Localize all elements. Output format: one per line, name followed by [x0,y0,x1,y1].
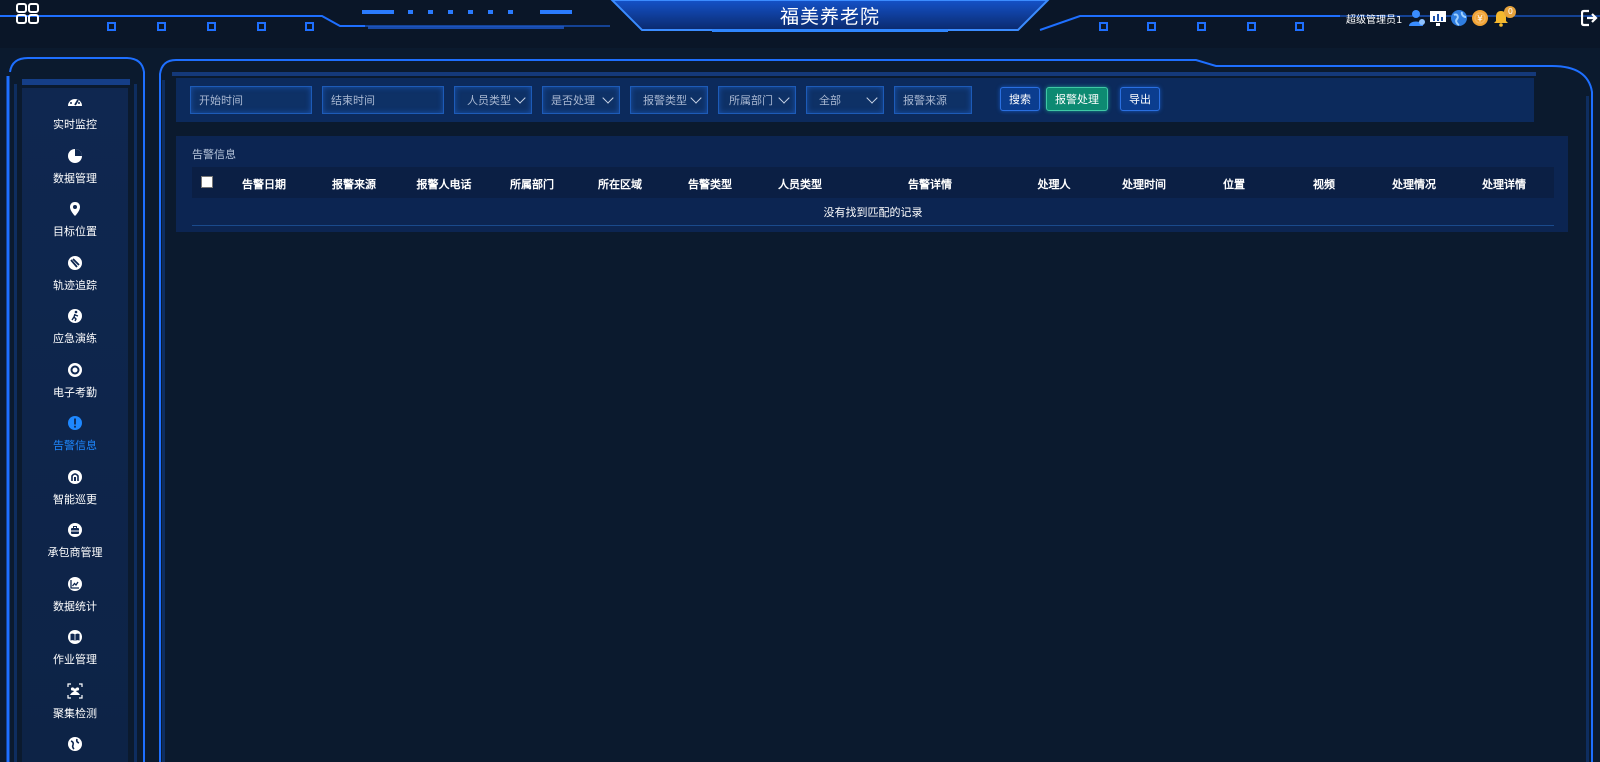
running-person-icon [67,308,83,324]
column-header[interactable]: 报警来源 [332,176,376,192]
sidebar-item-contractor[interactable]: 承包商管理 [22,516,128,570]
bar-chart-icon [67,576,83,592]
column-header[interactable]: 所在区域 [598,176,642,192]
sidebar-item-alarm-info[interactable]: 告警信息 [22,409,128,463]
alarm-type-select[interactable]: 报警类型 [630,86,708,114]
user-name: 超级管理员1 [1346,14,1403,26]
dashboard-icon [67,94,83,110]
scope-select[interactable]: 全部 [806,86,884,114]
sidebar-item-attendance[interactable]: 电子考勤 [22,356,128,410]
logout-icon[interactable] [1581,9,1599,27]
app-title: 福美养老院 [779,6,880,28]
sidebar-item-label: 作业管理 [53,653,97,666]
chevron-down-icon [866,92,878,104]
top-header: 福美养老院 超级管理员1 ¥ 0 [0,0,1600,48]
sidebar-item-label: 电子考勤 [53,385,97,399]
chevron-down-icon [778,92,790,104]
column-header[interactable]: 处理时间 [1122,176,1166,192]
sidebar-item-label: 实时监控 [53,118,97,131]
column-header[interactable]: 所属部门 [510,176,554,192]
column-header[interactable]: 视频 [1313,176,1335,192]
column-header[interactable]: 处理情况 [1392,176,1436,192]
person-type-value: 人员类型 [467,94,511,107]
sidebar-item-label: 目标位置 [53,225,97,238]
location-pin-icon [67,201,83,217]
sidebar-item-label: 聚集检测 [53,706,97,720]
globe-icon [67,736,83,752]
alarm-source-input[interactable]: 报警来源 [894,86,972,114]
panel-title: 告警信息 [192,148,236,161]
column-header[interactable]: 告警日期 [242,176,286,192]
handled-value: 是否处理 [551,94,595,107]
handled-select[interactable]: 是否处理 [542,86,620,114]
department-select[interactable]: 所属部门 [718,86,796,114]
person-type-select[interactable]: 人员类型 [454,86,532,114]
alert-icon [67,415,83,431]
book-icon [67,629,83,645]
chevron-down-icon [602,92,614,104]
alarm-type-value: 报警类型 [643,94,687,107]
sidebar-item-track[interactable]: 轨迹追踪 [22,249,128,303]
target-icon [67,362,83,378]
crowd-icon [67,682,83,699]
notification-bell-icon[interactable]: 0 [1492,6,1517,27]
export-button[interactable]: 导出 [1120,87,1160,111]
column-header[interactable]: 人员类型 [778,176,822,192]
sidebar-item-label: 应急演练 [53,332,97,345]
apps-grid-icon[interactable] [16,3,40,25]
sidebar-item-smart-patrol[interactable]: 智能巡更 [22,463,128,517]
handle-alarm-button[interactable]: 报警处理 [1046,87,1108,111]
empty-table-message: 没有找到匹配的记录 [192,198,1554,226]
pie-chart-icon [67,148,83,164]
track-icon [67,255,83,271]
end-time-input[interactable]: 结束时间 [322,86,444,114]
sidebar-item-operation[interactable]: 作业管理 [22,623,128,677]
chevron-down-icon [514,92,526,104]
column-header[interactable]: 处理人 [1038,176,1071,192]
user-toolbar: 超级管理员1 ¥ 0 [1346,6,1517,28]
column-header[interactable]: 报警人电话 [417,176,472,192]
sidebar-item-target-location[interactable]: 目标位置 [22,195,128,249]
search-button[interactable]: 搜索 [1000,87,1040,111]
monitor-chart-icon[interactable] [1429,9,1447,27]
column-header[interactable]: 位置 [1223,176,1245,192]
patrol-icon [67,469,83,485]
sidebar-nav: 实时监控 数据管理 目标位置 轨迹追踪 应急演练 电子考勤 告警信息 智能巡更 … [22,88,128,762]
sidebar-item-label: 承包商管理 [47,546,103,559]
sidebar-item-label: 告警信息 [53,439,97,452]
briefcase-icon [67,522,83,538]
chevron-down-icon [690,92,702,104]
sidebar-item-label: 数据管理 [53,171,97,185]
globe-icon[interactable] [1450,9,1468,27]
sidebar-item-label: 轨迹追踪 [53,278,97,292]
sidebar-item-statistics[interactable]: 数据统计 [22,570,128,624]
alarm-table: 告警日期 报警来源 报警人电话 所属部门 所在区域 告警类型 人员类型 告警详情… [192,167,1554,226]
column-header[interactable]: 告警详情 [908,176,952,192]
sidebar-item-data-management[interactable]: 数据管理 [22,142,128,196]
column-header[interactable]: 处理详情 [1482,176,1526,192]
alarm-panel: 告警信息 告警日期 报警来源 报警人电话 所属部门 所在区域 告警类型 人员类型… [176,136,1568,232]
column-header[interactable]: 告警类型 [688,176,732,192]
sidebar-item-emergency-drill[interactable]: 应急演练 [22,302,128,356]
table-header: 告警日期 报警来源 报警人电话 所属部门 所在区域 告警类型 人员类型 告警详情… [192,167,1554,198]
filter-toolbar: 开始时间 结束时间 人员类型 是否处理 报警类型 所属部门 全部 报警来源 搜索… [176,78,1534,122]
sidebar-item-more[interactable] [22,730,128,762]
department-value: 所属部门 [729,94,773,107]
svg-text:¥: ¥ [1478,15,1484,25]
sidebar-item-crowd-detection[interactable]: 聚集检测 [22,677,128,731]
select-all-checkbox[interactable] [201,176,213,188]
user-settings-icon[interactable] [1408,9,1426,27]
sidebar-item-label: 智能巡更 [53,492,97,506]
scope-value: 全部 [819,94,841,107]
sidebar-item-label: 数据统计 [53,599,97,613]
sidebar-item-realtime-monitor[interactable]: 实时监控 [22,88,128,142]
coin-icon[interactable]: ¥ [1471,9,1489,27]
start-time-input[interactable]: 开始时间 [190,86,312,114]
